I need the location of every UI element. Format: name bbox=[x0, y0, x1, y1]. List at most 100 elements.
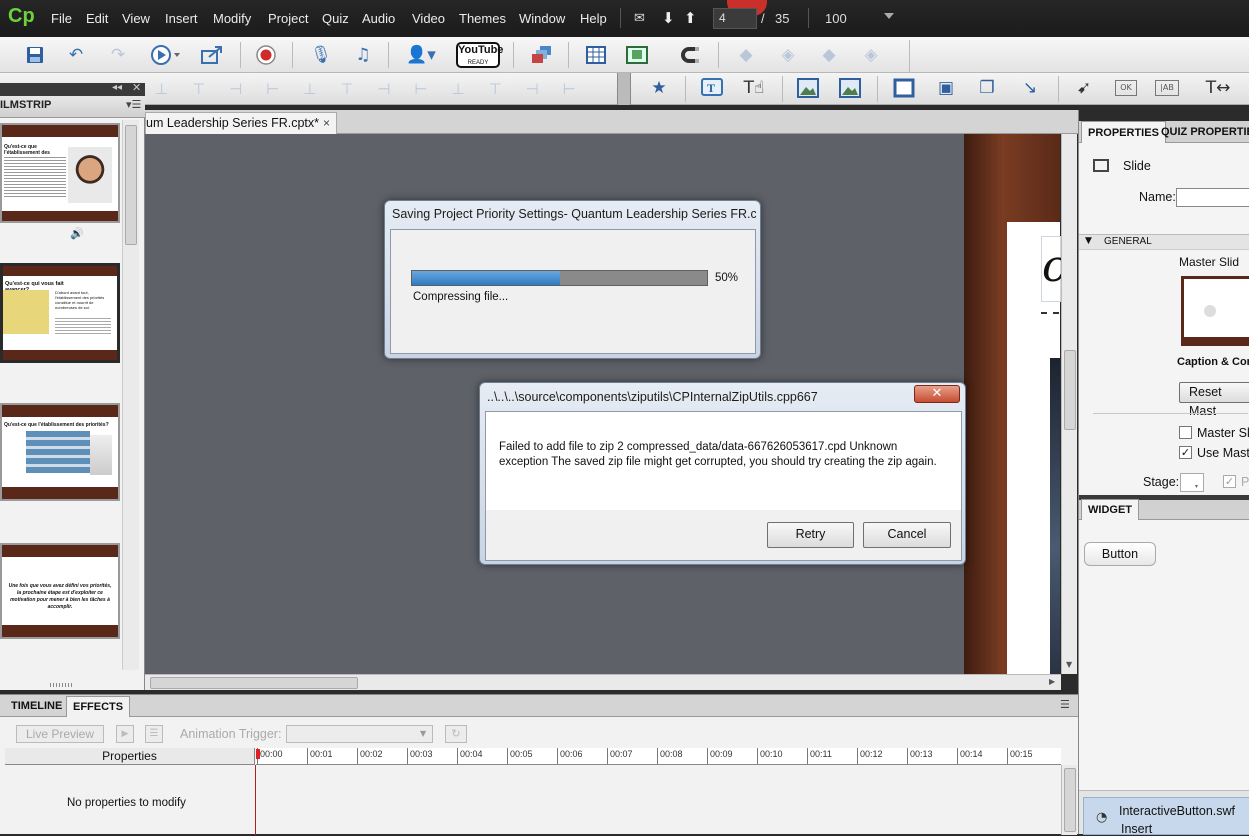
animation-trigger-select[interactable]: ▼ bbox=[286, 725, 433, 743]
click-box-icon[interactable]: ▣ bbox=[935, 77, 957, 99]
close-icon[interactable]: ✕ bbox=[132, 81, 141, 94]
timeline-scroll-thumb[interactable] bbox=[1064, 768, 1076, 832]
save-icon[interactable] bbox=[24, 44, 46, 66]
text-entry-icon[interactable]: |AB bbox=[1155, 80, 1179, 96]
close-tab-icon[interactable]: × bbox=[323, 116, 330, 130]
use-master-bg-checkbox[interactable]: ✓ bbox=[1179, 446, 1192, 459]
panel-menu-icon[interactable]: ☰ bbox=[1060, 698, 1070, 711]
button-widget-icon[interactable]: OK bbox=[1115, 80, 1137, 96]
undo-icon[interactable]: ↶ bbox=[65, 44, 87, 66]
filmstrip-thumb-2[interactable]: Qu'est-ce qui vous fait avancer? D'abord… bbox=[0, 263, 120, 363]
stage-vscroll-thumb[interactable] bbox=[1064, 350, 1076, 430]
collapse-icon[interactable]: ◂◂ bbox=[112, 82, 122, 93]
layer-back-icon[interactable]: ◈ bbox=[860, 44, 882, 66]
filmstrip-scroll-thumb[interactable] bbox=[125, 125, 137, 245]
audio-speaker-icon[interactable]: 🔊 bbox=[70, 227, 84, 240]
play-icon[interactable]: ▶ bbox=[116, 725, 134, 743]
mail-icon[interactable]: ✉ bbox=[634, 11, 645, 26]
youtube-button[interactable]: YouTube READY bbox=[456, 42, 503, 68]
tab-widget[interactable]: WIDGET bbox=[1081, 499, 1139, 520]
text-animation-icon[interactable]: T↔ bbox=[1206, 77, 1231, 99]
redo-icon[interactable]: ↷ bbox=[107, 44, 129, 66]
tab-filmstrip[interactable]: ILMSTRIP bbox=[0, 99, 51, 111]
widget-button-preview[interactable]: Button bbox=[1084, 542, 1156, 566]
document-tab[interactable]: um Leadership Series FR.cptx* × bbox=[145, 112, 337, 134]
timeline-scrollbar[interactable] bbox=[1061, 765, 1077, 835]
publish-icon[interactable] bbox=[201, 44, 223, 66]
stage-vertical-scrollbar[interactable]: ▼ bbox=[1061, 134, 1077, 674]
scroll-right-icon[interactable]: ▶ bbox=[1049, 677, 1055, 686]
slide-number-input[interactable]: 4 bbox=[713, 8, 757, 29]
line-path-icon[interactable]: ↘ bbox=[1019, 77, 1041, 99]
stage-extra-checkbox[interactable]: ✓ bbox=[1223, 475, 1236, 488]
playhead-icon[interactable] bbox=[256, 749, 260, 759]
shapes-icon[interactable]: ❐ bbox=[976, 77, 998, 99]
menu-audio[interactable]: Audio bbox=[362, 11, 395, 26]
layer-backward-icon[interactable]: ◆ bbox=[818, 44, 840, 66]
timeline-ruler[interactable]: 00:00 00:01 00:02 00:03 00:04 00:05 00:0… bbox=[256, 748, 1061, 765]
menu-project[interactable]: Project bbox=[268, 11, 308, 26]
menu-modify[interactable]: Modify bbox=[213, 11, 251, 26]
toolbar-grip-icon[interactable] bbox=[617, 73, 631, 105]
tab-effects[interactable]: EFFECTS bbox=[66, 696, 131, 717]
align-icons-group-icon[interactable]: ⊥⊤⊣⊢⊥⊤⊣⊢⊥⊤⊣⊢ bbox=[155, 80, 600, 98]
filmstrip-thumb-1[interactable]: Qu'est-ce que l'établissement des priori… bbox=[0, 123, 120, 223]
multi-slide-icon[interactable] bbox=[531, 44, 553, 66]
filmstrip-thumb-4[interactable]: Une fois que vous avez défini vos priori… bbox=[0, 543, 120, 639]
reset-master-button[interactable]: Reset Mast bbox=[1179, 382, 1249, 418]
stage-color-picker[interactable]: ▾ bbox=[1180, 473, 1204, 492]
section-collapse-icon[interactable]: ▼ bbox=[1085, 236, 1092, 246]
filmstrip-thumb-3[interactable]: Qu'est-ce que l'établissement des priori… bbox=[0, 403, 120, 501]
general-section-header[interactable]: ▼ GENERAL bbox=[1079, 234, 1249, 250]
layer-icon[interactable]: ◆ bbox=[735, 44, 757, 66]
user-dropdown-icon[interactable]: 👤▾ bbox=[403, 44, 439, 66]
tab-timeline[interactable]: TIMELINE bbox=[5, 696, 68, 717]
rollover-image-icon[interactable] bbox=[839, 77, 861, 99]
menu-window[interactable]: Window bbox=[519, 11, 565, 26]
menu-edit[interactable]: Edit bbox=[86, 11, 108, 26]
panel-menu-icon[interactable]: ▾☰ bbox=[126, 98, 141, 111]
preview-icon[interactable] bbox=[148, 44, 184, 66]
menu-quiz[interactable]: Quiz bbox=[322, 11, 349, 26]
resize-grip-icon[interactable] bbox=[50, 683, 74, 687]
menu-help[interactable]: Help bbox=[580, 11, 607, 26]
retry-button[interactable]: Retry bbox=[767, 522, 854, 548]
tab-properties[interactable]: PROPERTIES bbox=[1081, 121, 1166, 143]
master-slide-thumbnail[interactable] bbox=[1181, 276, 1249, 346]
ruler-tick: 00:07 bbox=[607, 748, 633, 764]
close-dialog-button[interactable]: ✕ bbox=[914, 385, 960, 403]
record-icon[interactable] bbox=[255, 44, 277, 66]
refresh-icon[interactable]: ↻ bbox=[445, 725, 467, 743]
zoom-dropdown-icon[interactable] bbox=[884, 13, 894, 19]
audio-note-icon[interactable]: ♫ bbox=[352, 44, 374, 66]
microphone-icon[interactable]: 🎙 bbox=[310, 44, 332, 66]
arrow-up-icon[interactable]: ⬆ bbox=[684, 9, 697, 27]
widget-list-item[interactable]: ◔ InteractiveButton.swf Insert bbox=[1083, 797, 1249, 836]
scroll-down-icon[interactable]: ▼ bbox=[1066, 660, 1072, 669]
menu-video[interactable]: Video bbox=[412, 11, 445, 26]
magnet-icon[interactable] bbox=[680, 44, 702, 66]
sticky-note-icon bbox=[3, 290, 49, 334]
cursor-click-icon[interactable]: ➹ bbox=[1073, 77, 1095, 99]
image-slideshow-icon[interactable] bbox=[626, 44, 648, 66]
cancel-button[interactable]: Cancel bbox=[863, 522, 951, 548]
stage-hscroll-thumb[interactable] bbox=[150, 677, 358, 689]
zoom-level[interactable]: 100 bbox=[825, 11, 847, 26]
effects-list-icon[interactable]: ☰ bbox=[145, 725, 163, 743]
highlight-box-icon[interactable] bbox=[893, 77, 915, 99]
menu-view[interactable]: View bbox=[122, 11, 150, 26]
star-icon[interactable]: ★ bbox=[648, 77, 670, 99]
menu-insert[interactable]: Insert bbox=[165, 11, 198, 26]
menu-themes[interactable]: Themes bbox=[459, 11, 506, 26]
name-input[interactable] bbox=[1176, 188, 1249, 207]
menu-file[interactable]: File bbox=[51, 11, 72, 26]
rollover-caption-icon[interactable]: T☝ bbox=[743, 77, 765, 99]
table-icon[interactable] bbox=[585, 44, 607, 66]
image-icon[interactable] bbox=[797, 77, 819, 99]
layer-forward-icon[interactable]: ◈ bbox=[777, 44, 799, 66]
text-caption-icon[interactable]: T bbox=[701, 77, 723, 99]
arrow-down-icon[interactable]: ⬇ bbox=[662, 9, 675, 27]
master-slide-objects-checkbox[interactable] bbox=[1179, 426, 1192, 439]
tab-quiz-properties[interactable]: QUIZ PROPERTIES bbox=[1155, 121, 1249, 143]
live-preview-button[interactable]: Live Preview bbox=[16, 725, 104, 743]
